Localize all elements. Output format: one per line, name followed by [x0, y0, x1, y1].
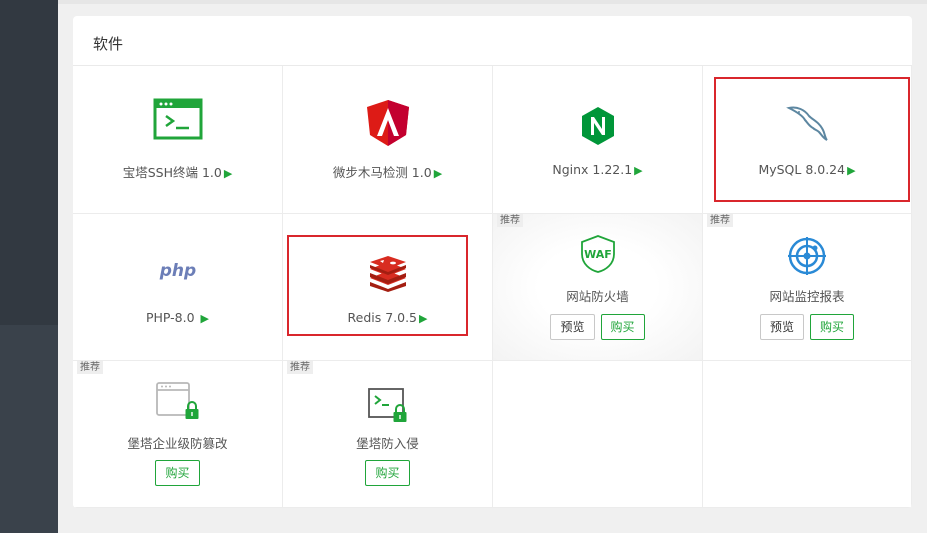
- software-item-trojan-scan[interactable]: 微步木马检测 1.0 ▶: [283, 66, 493, 214]
- preview-button[interactable]: 预览: [550, 314, 595, 340]
- top-strip: [58, 0, 927, 4]
- software-name: 网站防火墙: [566, 289, 629, 304]
- recommend-badge: 推荐: [77, 361, 103, 374]
- software-name: 宝塔SSH终端 1.0: [122, 165, 222, 180]
- software-item-waf: 推荐 WAF 网站防火墙 预览 购买: [493, 214, 703, 361]
- mysql-dolphin-icon: [785, 104, 829, 144]
- software-item-ssh-terminal[interactable]: 宝塔SSH终端 1.0 ▶: [73, 66, 283, 214]
- intrusion-lock-icon: [367, 387, 409, 423]
- play-icon[interactable]: ▶: [634, 164, 642, 177]
- software-name: PHP-8.0: [145, 310, 199, 325]
- empty-cell: [493, 361, 703, 508]
- software-name: 微步木马检测 1.0: [332, 165, 432, 180]
- radar-icon: [787, 236, 827, 276]
- sidebar-footer: [0, 325, 58, 533]
- recommend-badge: 推荐: [287, 361, 313, 374]
- software-name: 网站监控报表: [769, 289, 845, 304]
- software-item-site-monitor: 推荐 网站监控报表 预览 购买: [703, 214, 912, 361]
- terminal-icon: [153, 98, 203, 140]
- software-item-nginx[interactable]: Nginx 1.22.1 ▶: [493, 66, 703, 214]
- svg-text:WAF: WAF: [584, 248, 612, 261]
- play-icon[interactable]: ▶: [201, 312, 209, 325]
- play-icon[interactable]: ▶: [847, 164, 855, 177]
- software-panel: 软件 宝塔SSH终端 1.0 ▶ 微步木马检测 1.0 ▶ Nginx 1.22…: [73, 16, 912, 508]
- software-name: MySQL 8.0.24: [758, 162, 846, 177]
- buy-button[interactable]: 购买: [155, 460, 200, 486]
- php-icon: php: [156, 260, 200, 282]
- shield-icon: [365, 98, 411, 148]
- buy-button[interactable]: 购买: [810, 314, 855, 340]
- software-item-redis[interactable]: Redis 7.0.5 ▶: [283, 214, 493, 361]
- buy-button[interactable]: 购买: [600, 314, 645, 340]
- preview-button[interactable]: 预览: [759, 314, 804, 340]
- redis-icon: [367, 256, 409, 292]
- software-item-mysql[interactable]: MySQL 8.0.24 ▶: [703, 66, 912, 214]
- tamper-lock-icon: [155, 381, 201, 421]
- svg-text:php: php: [158, 261, 195, 281]
- software-name: Redis 7.0.5: [347, 310, 418, 325]
- recommend-badge: 推荐: [497, 214, 523, 227]
- waf-icon: WAF: [579, 234, 617, 274]
- software-item-anti-tamper: 推荐 堡塔企业级防篡改 购买: [73, 361, 283, 508]
- software-name: Nginx 1.22.1: [552, 162, 633, 177]
- software-item-anti-intrusion: 推荐 堡塔防入侵 购买: [283, 361, 493, 508]
- nginx-icon: [580, 106, 616, 146]
- play-icon[interactable]: ▶: [434, 167, 442, 180]
- buy-button[interactable]: 购买: [365, 460, 410, 486]
- recommend-badge: 推荐: [707, 214, 733, 227]
- software-name: 堡塔防入侵: [356, 436, 419, 451]
- software-item-php[interactable]: php PHP-8.0 ▶: [73, 214, 283, 361]
- software-name: 堡塔企业级防篡改: [127, 436, 228, 451]
- play-icon[interactable]: ▶: [419, 312, 427, 325]
- software-grid: 宝塔SSH终端 1.0 ▶ 微步木马检测 1.0 ▶ Nginx 1.22.1 …: [73, 66, 912, 508]
- panel-title: 软件: [93, 35, 124, 53]
- sidebar: [0, 0, 58, 325]
- play-icon[interactable]: ▶: [224, 167, 232, 180]
- empty-cell: [703, 361, 912, 508]
